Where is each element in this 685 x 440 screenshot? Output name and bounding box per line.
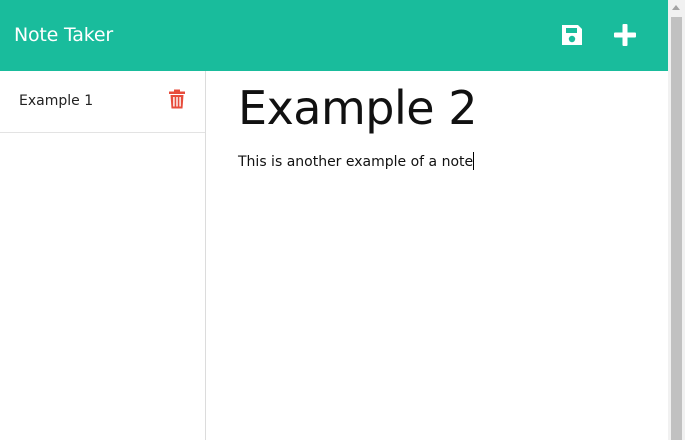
note-list-item[interactable]: Example 1 [0,71,205,133]
page-scrollbar[interactable] [668,0,685,440]
scrollbar-thumb[interactable] [671,17,682,440]
app-brand[interactable]: Note Taker [14,24,113,46]
text-caret [473,152,475,170]
save-icon[interactable] [559,22,585,48]
note-title-input[interactable]: Example 2 [238,81,477,135]
note-editor: Example 2 This is another example of a n… [206,71,668,440]
trash-icon[interactable] [169,89,185,109]
note-list-item-title[interactable]: Example 1 [19,93,93,109]
plus-icon[interactable] [612,22,638,48]
note-text-area[interactable]: This is another example of a note [238,152,475,170]
note-text-content: This is another example of a note [238,154,474,170]
note-taker-app: Note Taker Example 1 Example 2 This is a… [0,0,668,440]
scroll-up-arrow-icon[interactable] [672,5,680,10]
navbar: Note Taker [0,0,668,71]
notes-sidebar: Example 1 [0,71,206,440]
